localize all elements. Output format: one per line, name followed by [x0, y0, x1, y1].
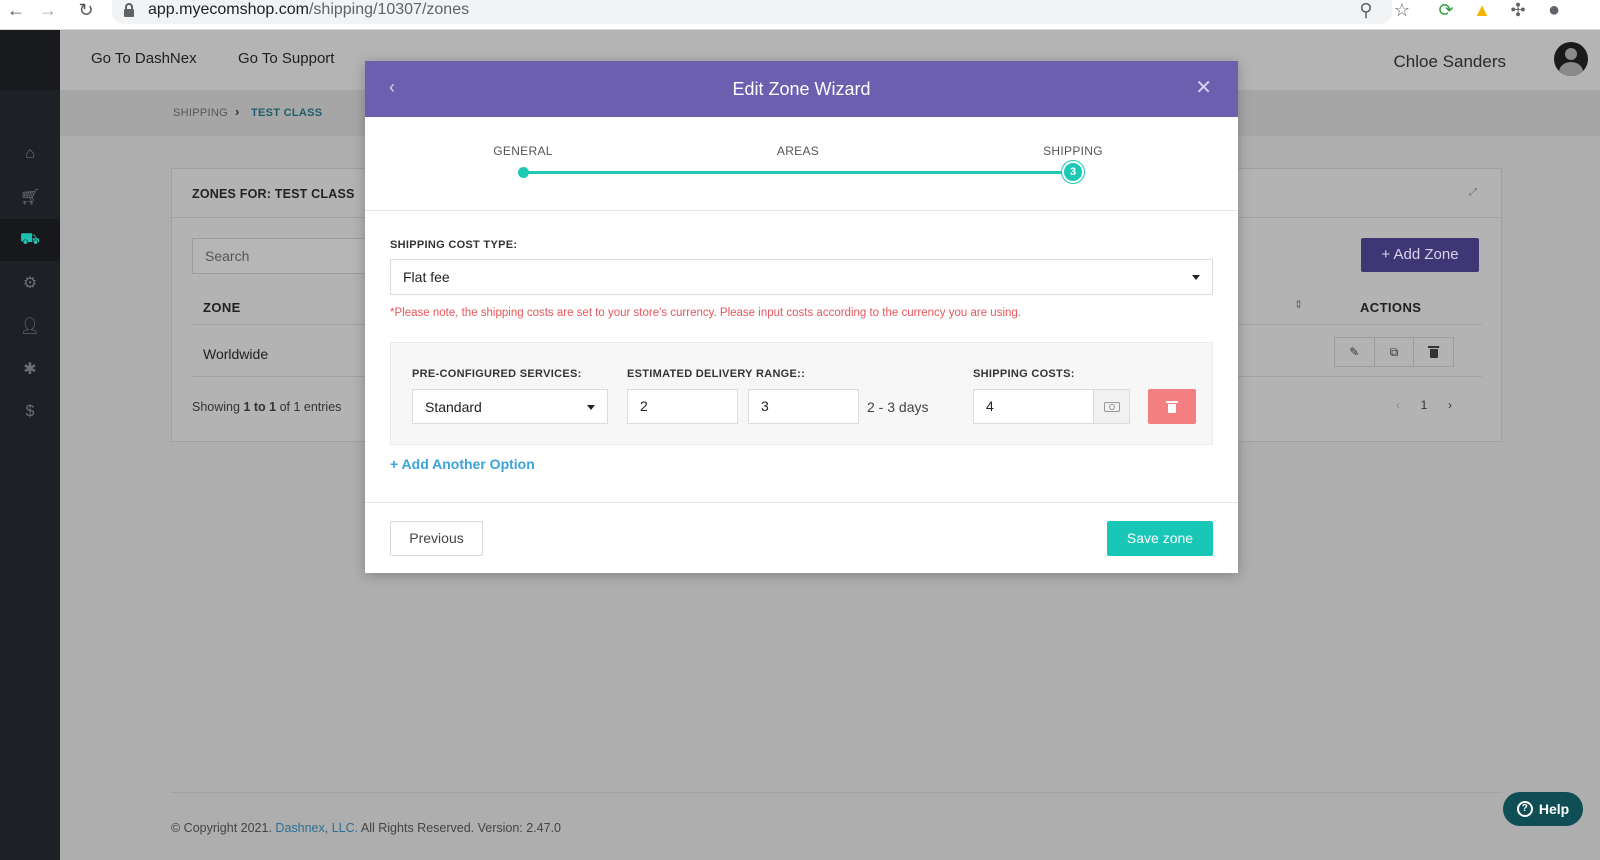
prev-page-icon[interactable]: ‹ [1385, 398, 1411, 412]
copy-icon[interactable]: ⧉ [1375, 338, 1415, 366]
breadcrumb-test-class: TEST CLASS [251, 107, 323, 119]
shipping-costs-input[interactable]: 4 [973, 389, 1094, 424]
shipping-costs-label: SHIPPING COSTS: [973, 368, 1075, 380]
dollar-icon[interactable]: $ [0, 391, 60, 433]
modal-footer-divider [365, 502, 1238, 503]
delivery-range-text: 2 - 3 days [867, 399, 929, 415]
delivery-min-input[interactable]: 2 [627, 389, 738, 424]
step-general[interactable]: GENERAL [493, 144, 552, 158]
modal-title: Edit Zone Wizard [732, 79, 871, 99]
add-zone-label: Add Zone [1393, 246, 1459, 263]
showing-of: of 1 entries [276, 400, 342, 414]
delete-trash-icon[interactable] [1414, 338, 1453, 366]
services-select[interactable]: Standard [412, 389, 608, 424]
sort-icon[interactable]: ⇕ [1294, 298, 1303, 311]
step-shipping[interactable]: SHIPPING [1043, 144, 1103, 158]
delivery-max-input[interactable]: 3 [748, 389, 859, 424]
company-link[interactable]: Dashnex, LLC. [275, 821, 358, 835]
cost-type-value: Flat fee [403, 269, 450, 285]
step-progress-track [523, 171, 1073, 174]
showing-entries-text: Showing 1 to 1 of 1 entries [192, 400, 341, 414]
search-input[interactable]: Search [192, 238, 372, 274]
copyright-rest: All Rights Reserved. Version: 2.47.0 [358, 821, 561, 835]
cart-icon[interactable]: 🛒︎ [0, 176, 60, 218]
copyright-text: © Copyright 2021. [171, 821, 276, 835]
sidebar: ⌂ 🛒︎ ⛟ ⚙ 👤︎ ✱ $ [0, 30, 60, 860]
column-header-actions: ACTIONS [1360, 300, 1422, 315]
table-row-zone: Worldwide [203, 346, 269, 362]
profile-icon[interactable]: ● [1542, 0, 1566, 22]
step-current-indicator: 3 [1062, 161, 1084, 183]
cost-type-label: SHIPPING COST TYPE: [390, 239, 518, 251]
star-icon[interactable]: ☆ [1390, 0, 1414, 22]
url-host: app.myecomshop.com [148, 1, 309, 18]
edit-zone-modal: Edit Zone Wizard ‹ ✕ GENERAL AREAS SHIPP… [365, 61, 1238, 573]
expand-icon[interactable]: ⤢ [1469, 187, 1477, 198]
go-to-dashnex-link[interactable]: Go To DashNex [91, 50, 197, 67]
edit-pencil-icon[interactable]: ✎ [1335, 338, 1375, 366]
avatar[interactable] [1554, 42, 1588, 76]
home-icon[interactable]: ⌂ [0, 133, 60, 175]
step-start-dot [518, 167, 529, 178]
caret-down-icon [587, 404, 595, 410]
shipping-option-panel: PRE-CONFIGURED SERVICES: Standard ESTIMA… [390, 342, 1213, 445]
help-label: Help [1538, 801, 1570, 817]
footer-copyright: © Copyright 2021. Dashnex, LLC. All Righ… [171, 821, 561, 835]
add-another-option-link[interactable]: + Add Another Option [390, 456, 535, 472]
card-title: ZONES FOR: TEST CLASS [192, 187, 355, 201]
next-page-icon[interactable]: › [1437, 398, 1463, 412]
breadcrumb-shipping[interactable]: SHIPPING [173, 107, 228, 119]
save-zone-button[interactable]: Save zone [1107, 521, 1213, 556]
go-to-support-link[interactable]: Go To Support [238, 50, 334, 67]
row-actions: ✎ ⧉ [1334, 337, 1454, 367]
showing-prefix: Showing [192, 400, 244, 414]
services-value: Standard [425, 398, 482, 415]
chevron-left-icon[interactable]: ‹ [389, 77, 395, 98]
previous-button[interactable]: Previous [390, 521, 483, 556]
asterisk-icon[interactable]: ✱ [0, 348, 60, 390]
url-path: /shipping/10307/zones [308, 1, 470, 18]
user-icon[interactable]: 👤︎ [0, 305, 60, 347]
step-areas[interactable]: AREAS [777, 144, 819, 158]
sidebar-logo-area [0, 30, 60, 90]
pagination: ‹ 1 › [1385, 398, 1463, 412]
close-icon[interactable]: ✕ [1195, 75, 1212, 100]
showing-to-word: to [250, 400, 270, 414]
breadcrumb-separator-icon: › [235, 104, 240, 119]
column-header-zone[interactable]: ZONE [203, 300, 241, 315]
delete-option-button[interactable] [1148, 389, 1196, 424]
modal-header: Edit Zone Wizard ‹ ✕ [365, 61, 1238, 117]
cogs-icon[interactable]: ⚙ [0, 262, 60, 304]
currency-note: *Please note, the shipping costs are set… [390, 307, 1021, 319]
reload-icon[interactable]: ↻ [72, 0, 100, 22]
sync-extension-icon[interactable]: ⟳ [1434, 0, 1458, 22]
question-icon: ? [1516, 801, 1533, 817]
services-label: PRE-CONFIGURED SERVICES: [412, 368, 582, 380]
drive-extension-icon[interactable]: ▲ [1470, 0, 1494, 22]
delivery-range-label: ESTIMATED DELIVERY RANGE:: [627, 368, 806, 380]
zoom-icon[interactable]: ⚲ [1354, 0, 1378, 22]
lock-icon [124, 3, 134, 17]
money-icon [1094, 389, 1130, 424]
user-name[interactable]: Chloe Sanders [1394, 52, 1506, 72]
url-text: app.myecomshop.com/shipping/10307/zones [148, 0, 469, 20]
browser-toolbar: ← → ↻ app.myecomshop.com/shipping/10307/… [0, 0, 1600, 30]
page-number[interactable]: 1 [1411, 398, 1437, 412]
help-button[interactable]: ? Help [1503, 792, 1583, 826]
trash-icon [1166, 400, 1178, 413]
caret-down-icon [1192, 275, 1200, 280]
back-arrow-icon[interactable]: ← [2, 0, 30, 22]
forward-arrow-icon[interactable]: → [34, 0, 62, 22]
wizard-steps: GENERAL AREAS SHIPPING 3 [365, 117, 1238, 211]
footer-divider [171, 792, 1502, 793]
cost-type-select[interactable]: Flat fee [390, 259, 1213, 295]
address-bar[interactable]: app.myecomshop.com/shipping/10307/zones [112, 0, 1392, 24]
extensions-icon[interactable]: ✣ [1506, 0, 1530, 22]
add-zone-button[interactable]: + Add Zone [1361, 238, 1479, 272]
truck-icon[interactable]: ⛟ [0, 219, 60, 261]
